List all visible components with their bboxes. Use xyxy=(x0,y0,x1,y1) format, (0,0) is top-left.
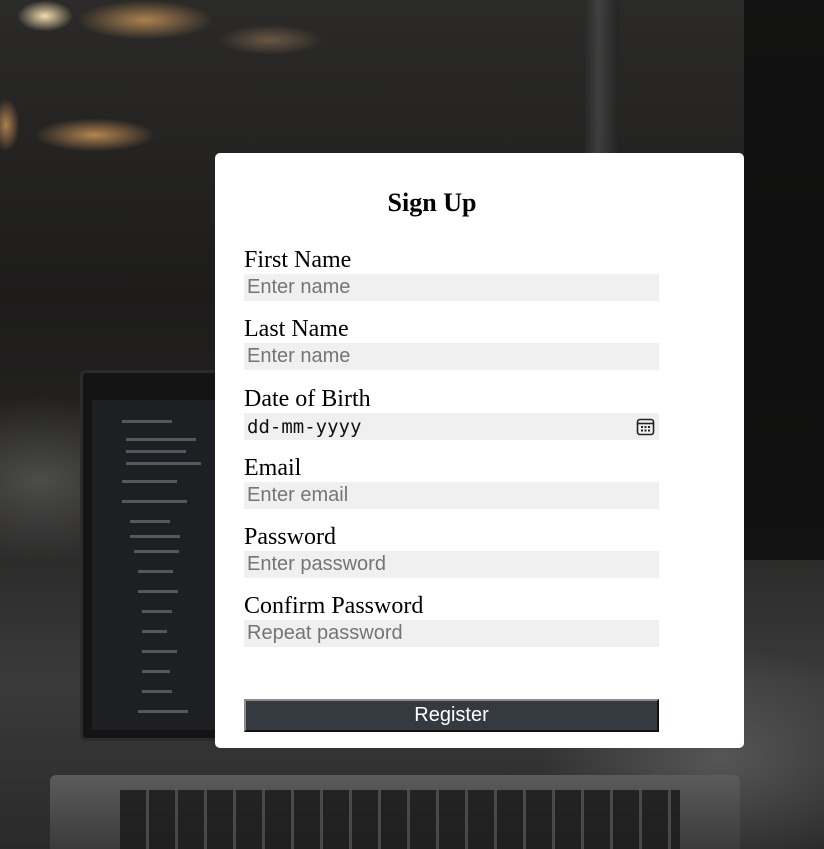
background-shadow xyxy=(744,0,824,560)
confirm-password-input[interactable] xyxy=(244,620,659,647)
last-name-input[interactable] xyxy=(244,343,659,370)
form-title: Sign Up xyxy=(387,188,477,217)
calendar-icon[interactable] xyxy=(636,417,655,436)
signup-card xyxy=(215,153,744,748)
last-name-label: Last Name xyxy=(244,316,349,342)
first-name-input[interactable] xyxy=(244,274,659,301)
confirm-password-label: Confirm Password xyxy=(244,593,424,619)
background-post xyxy=(585,0,619,155)
email-input[interactable] xyxy=(244,482,659,509)
dob-label: Date of Birth xyxy=(244,386,371,412)
password-input[interactable] xyxy=(244,551,659,578)
password-label: Password xyxy=(244,524,337,550)
register-button[interactable]: Register xyxy=(244,699,659,732)
background-laptop-sidebar xyxy=(92,400,215,730)
email-label: Email xyxy=(244,455,302,481)
first-name-label: First Name xyxy=(244,247,352,273)
dob-placeholder: dd-mm-yyyy xyxy=(247,416,362,438)
dob-input[interactable]: dd-mm-yyyy xyxy=(244,413,659,440)
background-keyboard xyxy=(120,790,680,849)
